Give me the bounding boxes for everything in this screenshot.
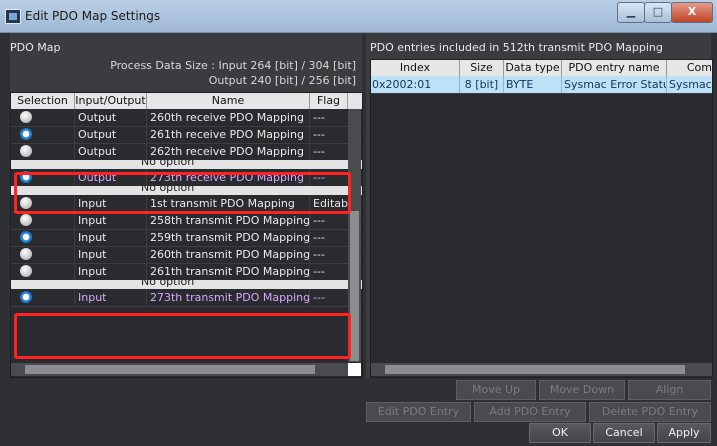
- selection-cell: [11, 109, 75, 126]
- pdo-entry-row[interactable]: 0x2002:01 8 [bit] BYTE Sysmac Error Stat…: [371, 76, 712, 94]
- dialog-window: Edit PDO Map Settings ▁ □ X PDO Map Proc…: [0, 0, 717, 446]
- separator-label: No option: [141, 160, 195, 168]
- separator-label: No option: [141, 280, 195, 288]
- name-cell: 259th transmit PDO Mapping: [147, 229, 310, 246]
- move-down-button[interactable]: Move Down: [539, 380, 625, 400]
- no-option-separator: No option: [11, 160, 362, 169]
- pdo-map-row[interactable]: Output 260th receive PDO Mapping ---: [11, 109, 362, 127]
- flag-cell: ---: [313, 128, 325, 141]
- radio-unselected-icon[interactable]: [20, 145, 32, 157]
- ok-button[interactable]: OK: [529, 423, 591, 443]
- io-cell: Output: [75, 126, 147, 143]
- selection-cell: [11, 229, 75, 246]
- radio-unselected-icon[interactable]: [20, 265, 32, 277]
- pdo-map-row[interactable]: Input 258th transmit PDO Mapping ---: [11, 212, 362, 230]
- io-cell: Input: [75, 229, 147, 246]
- radio-selected-icon[interactable]: [20, 128, 32, 140]
- selection-cell: [11, 126, 75, 143]
- radio-selected-icon[interactable]: [20, 291, 32, 303]
- selection-cell: [11, 212, 75, 229]
- highlight-box-output: [14, 172, 351, 214]
- pdo-map-title: PDO Map: [10, 41, 61, 54]
- app-icon: [5, 9, 21, 24]
- flag-cell: ---: [313, 291, 325, 304]
- io-cell: Output: [75, 143, 147, 160]
- cancel-button[interactable]: Cancel: [593, 423, 655, 443]
- col-flag[interactable]: Flag: [310, 93, 348, 109]
- entry-size: 8 [bit]: [460, 76, 504, 93]
- col-data-type[interactable]: Data type: [504, 60, 562, 76]
- window-title: Edit PDO Map Settings: [25, 9, 161, 23]
- col-size[interactable]: Size: [460, 60, 504, 76]
- radio-unselected-icon[interactable]: [20, 111, 32, 123]
- io-cell: Input: [75, 212, 147, 229]
- pdo-map-header: Selection Input/Output Name Flag: [11, 93, 362, 109]
- radio-selected-icon[interactable]: [20, 231, 32, 243]
- no-option-separator: No option: [11, 280, 362, 289]
- pdo-entries-hscroll-thumb[interactable]: [385, 365, 685, 374]
- io-cell: Input: [75, 263, 147, 280]
- name-cell: 262th receive PDO Mapping: [147, 143, 310, 160]
- flag-cell: ---: [313, 111, 325, 124]
- flag-cell: ---: [313, 231, 325, 244]
- add-pdo-entry-button[interactable]: Add PDO Entry: [474, 402, 586, 422]
- flag-cell: ---: [313, 265, 325, 278]
- name-cell: 260th transmit PDO Mapping: [147, 246, 310, 263]
- flag-cell: ---: [313, 248, 325, 261]
- maximize-button[interactable]: □: [644, 2, 672, 23]
- radio-unselected-icon[interactable]: [20, 248, 32, 260]
- name-cell: 260th receive PDO Mapping: [147, 109, 310, 126]
- radio-unselected-icon[interactable]: [20, 214, 32, 226]
- pdo-map-hscrollbar[interactable]: [11, 363, 348, 376]
- col-entry-name[interactable]: PDO entry name: [562, 60, 667, 76]
- pdo-map-vscroll-thumb[interactable]: [350, 211, 359, 361]
- highlight-box-input: [14, 313, 351, 359]
- edit-pdo-entry-button[interactable]: Edit PDO Entry: [366, 402, 471, 422]
- entry-name: Sysmac Error Status: [564, 76, 667, 93]
- apply-button[interactable]: Apply: [657, 423, 711, 443]
- pdo-map-row[interactable]: Input 260th transmit PDO Mapping ---: [11, 246, 362, 264]
- pdo-map-hscroll-thumb[interactable]: [25, 365, 315, 374]
- scroll-corner: [348, 363, 361, 376]
- pdo-entries-panel: PDO entries included in 512th transmit P…: [366, 33, 713, 378]
- col-selection[interactable]: Selection: [11, 93, 75, 109]
- delete-pdo-entry-button[interactable]: Delete PDO Entry: [589, 402, 711, 422]
- pdo-entries-header: Index Size Data type PDO entry name Com: [371, 60, 712, 76]
- col-index[interactable]: Index: [371, 60, 460, 76]
- selection-cell: [11, 289, 75, 306]
- process-data-input: Process Data Size : Input 264 [bit] / 30…: [110, 59, 356, 72]
- selection-cell: [11, 143, 75, 160]
- col-name[interactable]: Name: [147, 93, 310, 109]
- flag-cell: ---: [313, 214, 325, 227]
- entry-comment: Sysmac E: [669, 78, 712, 91]
- io-cell: Output: [75, 109, 147, 126]
- process-data-output: Output 240 [bit] / 256 [bit]: [208, 74, 356, 87]
- name-cell: 261th transmit PDO Mapping: [147, 263, 310, 280]
- pdo-entries-hscrollbar[interactable]: [371, 363, 712, 376]
- io-cell: Input: [75, 246, 147, 263]
- flag-cell: ---: [313, 145, 325, 158]
- name-cell: 261th receive PDO Mapping: [147, 126, 310, 143]
- pdo-entries-table: Index Size Data type PDO entry name Com …: [370, 59, 713, 378]
- io-cell: Input: [75, 289, 147, 306]
- minimize-button[interactable]: ▁: [617, 2, 645, 23]
- pdo-map-row[interactable]: Input 261th transmit PDO Mapping ---: [11, 263, 362, 281]
- pdo-map-row[interactable]: Input 259th transmit PDO Mapping ---: [11, 229, 362, 247]
- close-button[interactable]: X: [671, 2, 713, 23]
- entry-type: BYTE: [504, 76, 562, 93]
- name-cell: 273th transmit PDO Mapping: [147, 289, 310, 306]
- pdo-map-row[interactable]: Output 262th receive PDO Mapping ---: [11, 143, 362, 161]
- selection-cell: [11, 246, 75, 263]
- title-bar[interactable]: Edit PDO Map Settings ▁ □ X: [0, 0, 717, 33]
- name-cell: 258th transmit PDO Mapping: [147, 212, 310, 229]
- move-up-button[interactable]: Move Up: [456, 380, 536, 400]
- col-input-output[interactable]: Input/Output: [75, 93, 147, 109]
- align-button[interactable]: Align: [628, 380, 711, 400]
- selection-cell: [11, 263, 75, 280]
- col-comment[interactable]: Com: [667, 60, 712, 76]
- pdo-map-row[interactable]: Output 261th receive PDO Mapping ---: [11, 126, 362, 144]
- entry-index: 0x2002:01: [371, 76, 460, 93]
- pdo-entries-title: PDO entries included in 512th transmit P…: [370, 41, 663, 54]
- pdo-map-row[interactable]: Input 273th transmit PDO Mapping ---: [11, 289, 362, 307]
